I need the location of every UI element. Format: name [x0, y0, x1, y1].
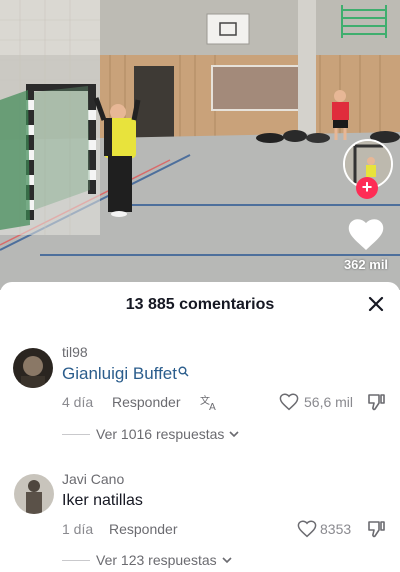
comment-text-link[interactable]: Gianluigi Buffet: [62, 364, 177, 383]
comment-time: 1 día: [62, 521, 94, 537]
chevron-down-icon: [222, 557, 232, 564]
view-replies-button[interactable]: Ver 1016 respuestas: [96, 426, 240, 442]
comment-username[interactable]: til98: [62, 344, 88, 360]
reply-button[interactable]: Responder: [109, 521, 178, 537]
video-like-count: 362 mil: [343, 257, 389, 272]
comment-username[interactable]: Javi Cano: [62, 471, 124, 487]
video-player[interactable]: + 362 mil: [0, 0, 400, 290]
comments-sheet: 13 885 comentarios til98 Gianluigi Buffe…: [0, 282, 400, 572]
comment-text[interactable]: Gianluigi Buffet: [62, 364, 189, 384]
view-replies-label: Ver 123 respuestas: [96, 552, 217, 568]
comment-item: til98 Gianluigi Buffet 4 día Responder 文…: [0, 340, 400, 450]
search-icon: [178, 366, 189, 377]
avatar[interactable]: [14, 474, 54, 514]
replies-divider: [62, 434, 90, 435]
comment-time: 4 día: [62, 394, 94, 410]
close-icon[interactable]: [366, 294, 386, 314]
view-replies-button[interactable]: Ver 123 respuestas: [96, 552, 233, 568]
comment-text: Iker natillas: [62, 492, 143, 509]
avatar[interactable]: [13, 348, 53, 388]
follow-button[interactable]: +: [356, 177, 378, 199]
dislike-icon[interactable]: [366, 519, 386, 539]
avatar-image: [14, 474, 54, 514]
like-icon[interactable]: [279, 393, 299, 411]
replies-divider: [62, 560, 90, 561]
svg-text:A: A: [209, 402, 216, 411]
translate-icon[interactable]: 文 A: [200, 393, 220, 411]
like-count: 8353: [320, 521, 352, 537]
view-replies-label: Ver 1016 respuestas: [96, 426, 225, 442]
avatar-image: [13, 348, 53, 388]
dislike-icon[interactable]: [366, 392, 386, 412]
like-icon[interactable]: [297, 520, 317, 538]
reply-button[interactable]: Responder: [112, 394, 181, 410]
heart-icon[interactable]: [348, 218, 384, 252]
chevron-down-icon: [229, 431, 239, 438]
comment-item: Javi Cano Iker natillas 1 día Responder …: [0, 468, 400, 572]
comments-count-title: 13 885 comentarios: [125, 296, 275, 313]
like-count: 56,6 mil: [304, 394, 354, 410]
